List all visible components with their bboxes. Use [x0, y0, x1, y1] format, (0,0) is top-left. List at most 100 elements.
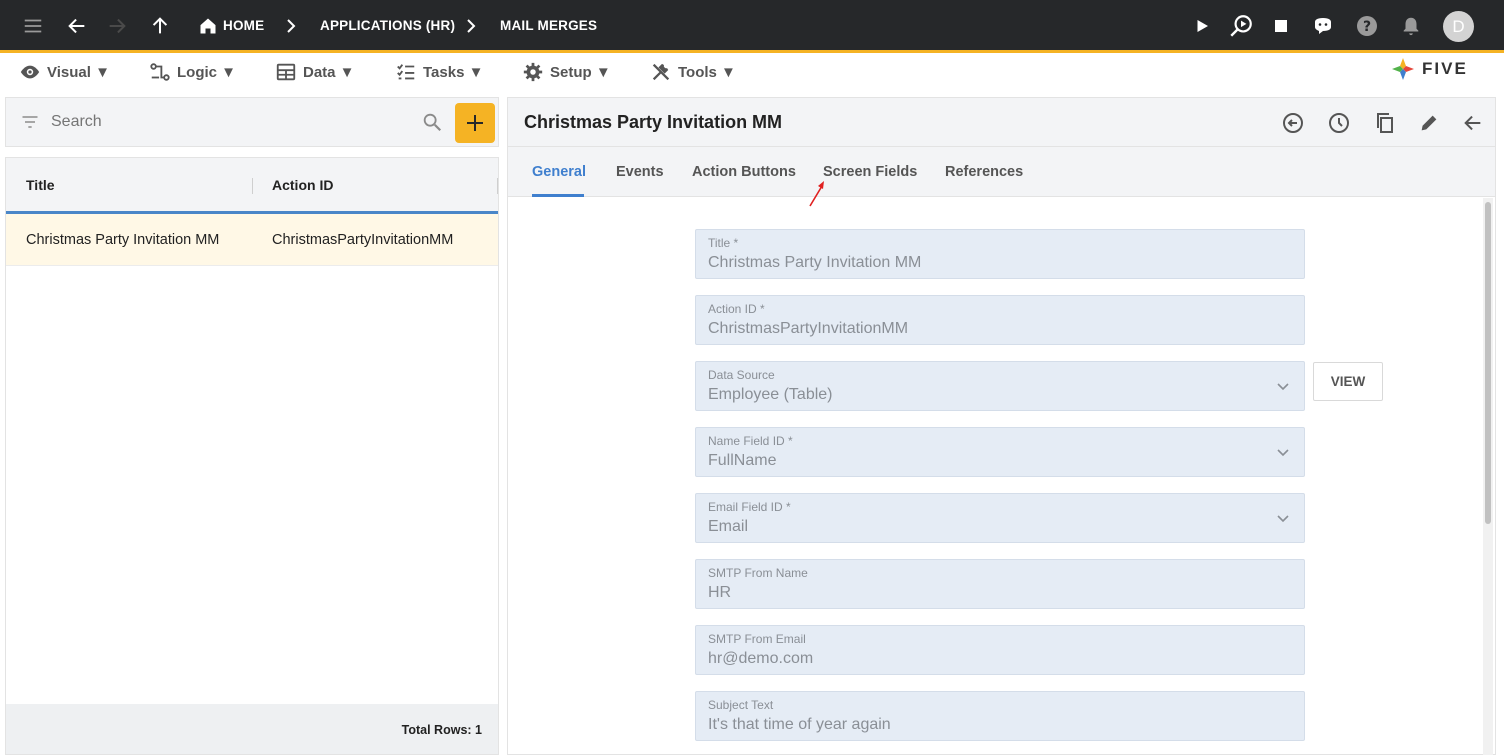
scrollbar-thumb[interactable]: [1485, 202, 1491, 524]
field-label: Name Field ID *: [708, 434, 793, 448]
history-icon[interactable]: [1326, 110, 1352, 136]
page-title: Christmas Party Invitation MM: [524, 112, 783, 132]
menu-bar: Visual ▼ Logic ▼ Data ▼ Tasks ▼ Setup ▼ …: [0, 53, 1504, 91]
breadcrumb-mail-merges[interactable]: MAIL MERGES: [500, 18, 597, 33]
svg-text:?: ?: [1363, 19, 1371, 35]
chat-icon[interactable]: [1309, 12, 1337, 40]
menu-tasks[interactable]: Tasks ▼: [395, 61, 483, 83]
field-label: Data Source: [708, 368, 775, 382]
list-footer: Total Rows: 1: [6, 704, 498, 754]
general-form: Title * Christmas Party Invitation MM Ac…: [508, 198, 1495, 755]
field-value: ChristmasPartyInvitationMM: [708, 320, 909, 337]
chevron-down-icon: [1277, 383, 1289, 391]
cell-title: Christmas Party Invitation MM: [26, 232, 220, 248]
close-back-icon[interactable]: [1460, 110, 1486, 136]
total-rows: Total Rows: 1: [401, 723, 482, 737]
back-arrow-icon[interactable]: [63, 12, 91, 40]
table-icon: [276, 63, 296, 81]
field-value: Email: [708, 518, 749, 535]
table-row[interactable]: Christmas Party Invitation MM ChristmasP…: [6, 214, 498, 266]
cell-action-id: ChristmasPartyInvitationMM: [272, 232, 454, 248]
smtp-from-name-field[interactable]: SMTP From Name HR: [695, 559, 1305, 609]
column-header-action-id[interactable]: Action ID: [272, 177, 333, 193]
menu-tools-label: Tools ▼: [678, 63, 736, 81]
top-bar: HOME APPLICATIONS (HR) MAIL MERGES ? D: [0, 0, 1504, 53]
menu-logic[interactable]: Logic ▼: [149, 61, 236, 83]
home-icon[interactable]: [194, 12, 222, 40]
avatar[interactable]: D: [1443, 11, 1474, 42]
field-value: It's that time of year again: [708, 716, 891, 733]
menu-data[interactable]: Data ▼: [275, 61, 355, 83]
active-tab-indicator: [532, 194, 584, 197]
menu-icon[interactable]: [19, 12, 47, 40]
tab-bar: General Events Action Buttons Screen Fie…: [508, 147, 1495, 197]
checklist-icon: [397, 64, 415, 80]
tab-action-buttons[interactable]: Action Buttons: [692, 164, 796, 180]
menu-tasks-label: Tasks ▼: [423, 63, 484, 81]
stop-icon[interactable]: [1267, 12, 1295, 40]
field-label: Title *: [708, 236, 739, 250]
chevron-right-icon: [281, 14, 301, 38]
revert-icon[interactable]: [1280, 110, 1306, 136]
detail-panel: Christmas Party Invitation MM General Ev…: [507, 97, 1496, 755]
field-label: Email Field ID *: [708, 500, 791, 514]
breadcrumb-home[interactable]: HOME: [223, 18, 264, 33]
menu-data-label: Data ▼: [303, 63, 355, 81]
action-id-field[interactable]: Action ID * ChristmasPartyInvitationMM: [695, 295, 1305, 345]
field-value: Christmas Party Invitation MM: [708, 254, 922, 271]
logo-text: FIVE: [1422, 59, 1468, 78]
menu-visual[interactable]: Visual ▼: [19, 61, 110, 83]
chevron-right-icon: [461, 14, 481, 38]
copy-icon[interactable]: [1372, 110, 1398, 136]
data-source-select[interactable]: Data Source Employee (Table): [695, 361, 1305, 411]
field-value: Employee (Table): [708, 386, 833, 403]
breadcrumb-applications[interactable]: APPLICATIONS (HR): [320, 18, 455, 33]
field-label: Action ID *: [708, 302, 765, 316]
search-play-icon[interactable]: [1227, 12, 1255, 40]
up-arrow-icon[interactable]: [146, 12, 174, 40]
menu-tools[interactable]: Tools ▼: [650, 61, 736, 83]
subject-text-field[interactable]: Subject Text It's that time of year agai…: [695, 691, 1305, 741]
menu-setup-label: Setup ▼: [550, 63, 611, 81]
field-label: SMTP From Email: [708, 632, 806, 646]
five-logo: FIVE: [1390, 56, 1468, 82]
five-logo-icon: [1392, 58, 1414, 80]
help-icon[interactable]: ?: [1353, 12, 1381, 40]
menu-setup[interactable]: Setup ▼: [522, 61, 611, 83]
eye-icon: [20, 65, 40, 79]
title-field[interactable]: Title * Christmas Party Invitation MM: [695, 229, 1305, 279]
add-button[interactable]: [455, 103, 495, 143]
smtp-from-email-field[interactable]: SMTP From Email hr@demo.com: [695, 625, 1305, 675]
field-value: hr@demo.com: [708, 650, 814, 667]
menu-logic-label: Logic ▼: [177, 63, 237, 81]
detail-header: Christmas Party Invitation MM: [508, 98, 1495, 147]
play-icon[interactable]: [1188, 12, 1216, 40]
search-input[interactable]: [51, 113, 411, 131]
menu-visual-label: Visual ▼: [47, 63, 110, 81]
view-button[interactable]: VIEW: [1313, 362, 1383, 401]
field-label: SMTP From Name: [708, 566, 808, 580]
plus-icon: [467, 115, 483, 131]
column-divider[interactable]: [497, 178, 498, 194]
field-value: HR: [708, 584, 732, 601]
edit-icon[interactable]: [1416, 110, 1442, 136]
tab-references[interactable]: References: [945, 164, 1023, 180]
bell-icon[interactable]: [1397, 12, 1425, 40]
record-list: Title Action ID Christmas Party Invitati…: [5, 157, 499, 755]
filter-icon[interactable]: [20, 112, 40, 137]
tab-general[interactable]: General: [532, 164, 586, 180]
name-field-id-select[interactable]: Name Field ID * FullName: [695, 427, 1305, 477]
tab-events[interactable]: Events: [616, 164, 664, 180]
search-icon[interactable]: [421, 111, 443, 138]
forward-arrow-icon[interactable]: [103, 12, 131, 40]
tools-icon: [652, 63, 670, 81]
logic-icon: [150, 63, 170, 81]
tab-screen-fields[interactable]: Screen Fields: [823, 164, 917, 180]
chevron-down-icon: [1277, 515, 1289, 523]
field-value: FullName: [708, 452, 777, 469]
search-bar: [5, 97, 499, 147]
email-field-id-select[interactable]: Email Field ID * Email: [695, 493, 1305, 543]
list-header: Title Action ID: [6, 158, 498, 214]
column-divider[interactable]: [252, 178, 253, 194]
column-header-title[interactable]: Title: [26, 177, 55, 193]
